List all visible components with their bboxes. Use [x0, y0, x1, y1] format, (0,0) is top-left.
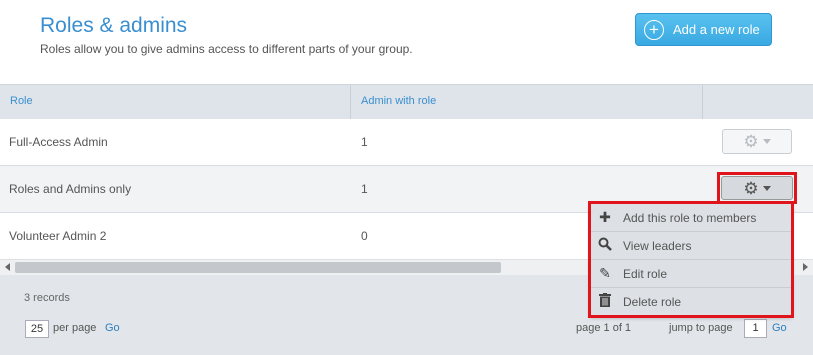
per-page-go-link[interactable]: Go: [105, 322, 120, 334]
column-divider: [702, 85, 703, 119]
page-title: Roles & admins: [40, 14, 188, 37]
page-header: Roles & admins Roles allow you to give a…: [0, 0, 813, 84]
scroll-right-icon[interactable]: [803, 263, 808, 271]
per-page-input[interactable]: 25: [25, 320, 49, 338]
highlight-outline: [717, 172, 797, 204]
column-header-role[interactable]: Role: [0, 85, 33, 119]
table-row: Full-Access Admin 1 ⚙: [0, 119, 813, 166]
row-actions-button[interactable]: ⚙: [722, 129, 792, 154]
column-header-admin-with-role[interactable]: Admin with role: [351, 85, 436, 119]
page-info: page 1 of 1: [576, 322, 632, 334]
role-name-cell: Full-Access Admin: [9, 135, 108, 149]
gear-icon: ⚙: [743, 132, 759, 151]
page-subtitle: Roles allow you to give admins access to…: [40, 42, 413, 56]
role-name-cell: Volunteer Admin 2: [9, 229, 107, 243]
plus-circle-icon: +: [644, 19, 664, 40]
role-name-cell: Roles and Admins only: [9, 182, 132, 196]
chevron-down-icon: [762, 139, 771, 144]
scroll-left-icon[interactable]: [5, 263, 10, 271]
admin-count-cell: 1: [361, 182, 368, 196]
add-new-role-button[interactable]: + Add a new role: [635, 13, 772, 46]
jump-to-page-label: jump to page: [669, 322, 733, 334]
admin-count-cell: 1: [361, 135, 368, 149]
admin-count-cell: 0: [361, 229, 368, 243]
records-count: 3 records: [24, 292, 70, 304]
jump-to-page-input[interactable]: 1: [744, 319, 767, 338]
highlight-outline: [588, 201, 794, 318]
scrollbar-thumb[interactable]: [15, 262, 501, 273]
table-header: Role Admin with role: [0, 84, 813, 119]
jump-go-link[interactable]: Go: [772, 322, 787, 334]
per-page-label: per page: [53, 322, 97, 334]
add-new-role-label: Add a new role: [673, 22, 760, 37]
